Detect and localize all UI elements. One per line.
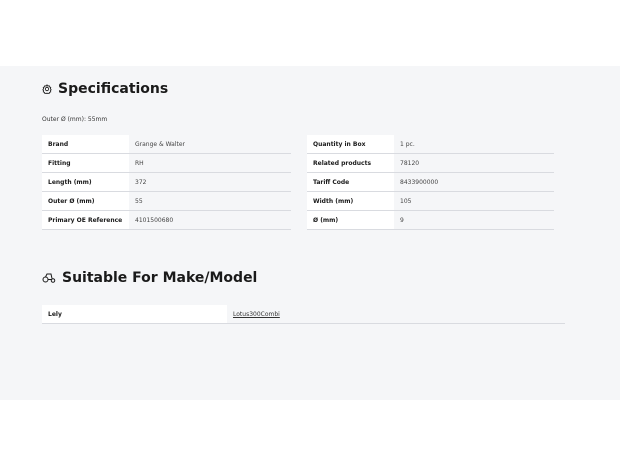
spec-value: 55 [129,191,291,211]
fitment-title: Suitable For Make/Model [62,270,258,286]
spec-value: RH [129,153,291,173]
spec-value: 9 [394,210,554,230]
fitment-table: Lely Lotus300Combi [42,305,565,324]
table-row: Brand Grange & Walter [42,135,291,154]
model-link[interactable]: Lotus300Combi [233,311,280,318]
table-row: Length (mm) 372 [42,172,291,192]
table-row: Tariff Code 8433900000 [307,172,554,192]
spec-label: Length (mm) [42,172,129,192]
tractor-icon [42,273,56,283]
spec-label: Related products [307,153,394,173]
spec-label: Fitting [42,153,129,173]
spec-value: 105 [394,191,554,211]
fitment-heading: Suitable For Make/Model [42,270,257,286]
spec-value: 372 [129,172,291,192]
spec-label: Primary OE Reference [42,210,129,230]
gear-icon [42,84,52,94]
specifications-table-right: Quantity in Box 1 pc. Related products 7… [307,135,554,230]
model-cell: Lotus300Combi [227,305,565,324]
spec-label: Ø (mm) [307,210,394,230]
outer-diameter-summary: Outer Ø (mm): 55mm [42,116,108,123]
table-row: Primary OE Reference 4101500680 [42,210,291,230]
table-row: Width (mm) 105 [307,191,554,211]
spec-label: Brand [42,135,129,154]
spec-label: Outer Ø (mm) [42,191,129,211]
table-row: Related products 78120 [307,153,554,173]
spec-value: 8433900000 [394,172,554,192]
table-row: Fitting RH [42,153,291,173]
spec-label: Quantity in Box [307,135,394,154]
specifications-table-left: Brand Grange & Walter Fitting RH Length … [42,135,291,230]
spec-label: Width (mm) [307,191,394,211]
specifications-heading: Specifications [42,81,168,97]
make-cell: Lely [42,305,227,324]
table-row: Ø (mm) 9 [307,210,554,230]
spec-value: Grange & Walter [129,135,291,154]
spec-value: 4101500680 [129,210,291,230]
table-row: Lely Lotus300Combi [42,305,565,324]
table-row: Outer Ø (mm) 55 [42,191,291,211]
table-row: Quantity in Box 1 pc. [307,135,554,154]
specifications-title: Specifications [58,81,169,97]
spec-label: Tariff Code [307,172,394,192]
spec-value: 1 pc. [394,135,554,154]
spec-value: 78120 [394,153,554,173]
